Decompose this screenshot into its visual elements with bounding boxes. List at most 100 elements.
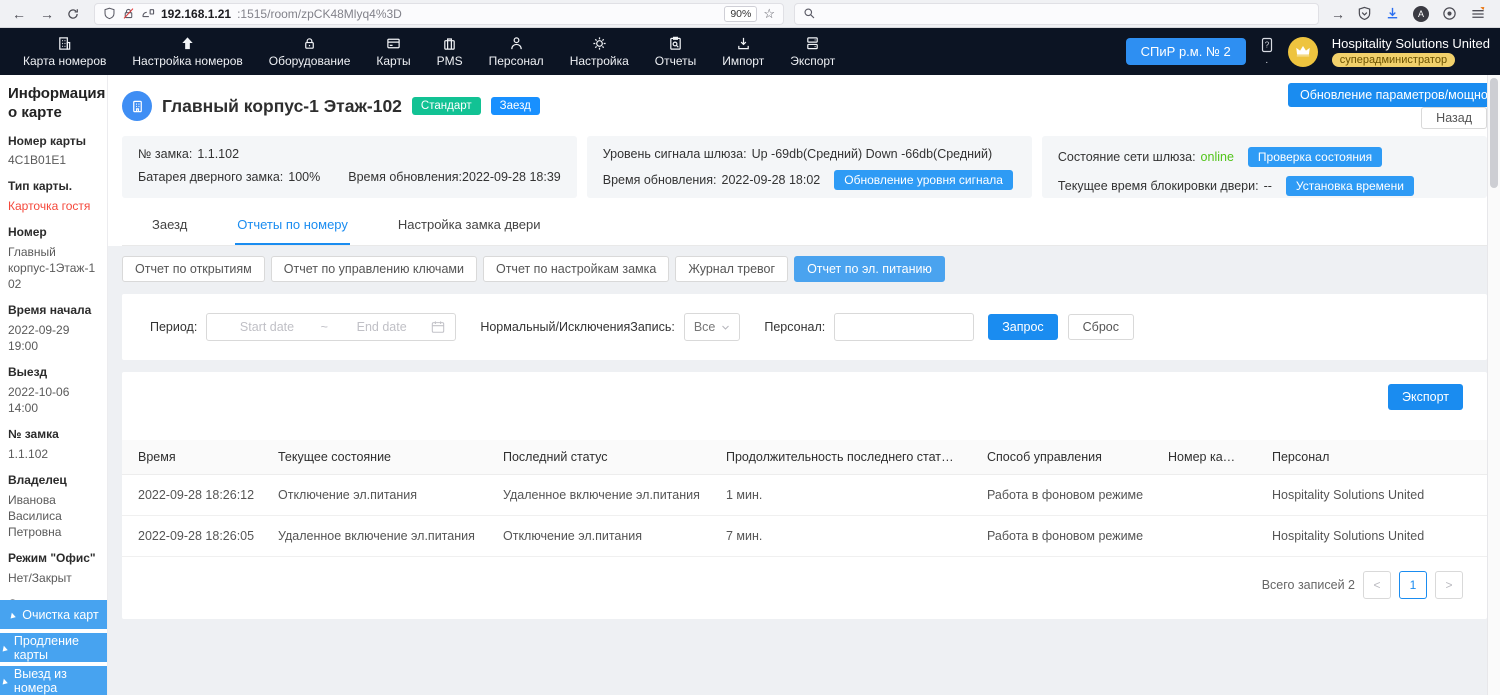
room-tab[interactable]: Заезд (150, 208, 189, 245)
sidebar-field-label: Тип карты. (8, 179, 99, 195)
signal-info-panel: Уровень сигнала шлюза: Up -69db(Средний)… (587, 136, 1032, 198)
cell-current-state: Отключение эл.питания (262, 475, 487, 516)
nav-item-cards[interactable]: Карты (363, 36, 423, 68)
sidebar-field-label: Номер (8, 225, 99, 241)
report-type-tab[interactable]: Отчет по эл. питанию (794, 256, 945, 282)
reset-button[interactable]: Сброс (1068, 314, 1134, 340)
prev-page-button[interactable]: < (1363, 571, 1391, 599)
staff-label: Персонал: (764, 320, 825, 334)
zoom-level-badge[interactable]: 90% (724, 6, 757, 22)
scrollbar-thumb[interactable] (1490, 78, 1498, 188)
pocket-shield-icon[interactable] (1357, 6, 1372, 21)
cell-time: 2022-09-28 18:26:12 (122, 475, 262, 516)
power-report-table: ВремяТекущее состояниеПоследний статусПр… (122, 440, 1487, 557)
browser-reload-icon[interactable] (66, 7, 84, 21)
sidebar-field-value: 2022-09-29 19:00 (8, 322, 99, 354)
bookmark-star-icon[interactable]: ☆ (763, 6, 775, 22)
calendar-icon (431, 320, 445, 334)
shield-icon[interactable] (103, 7, 116, 20)
browser-chrome: ← → 192.168.1.21 :1515/room/zpCK48Mlyq4%3… (0, 0, 1500, 28)
browser-logo-icon[interactable] (1442, 6, 1457, 21)
room-type-badge: Стандарт (412, 97, 481, 115)
room-tab[interactable]: Настройка замка двери (396, 208, 543, 245)
url-bar[interactable]: 192.168.1.21 :1515/room/zpCK48Mlyq4%3D 90… (94, 3, 784, 25)
report-type-tab[interactable]: Журнал тревог (675, 256, 788, 282)
nav-item-room-map[interactable]: Карта номеров (10, 36, 119, 68)
browser-search-bar[interactable] (794, 3, 1319, 25)
back-button[interactable]: Назад (1421, 107, 1487, 129)
nav-item-staff[interactable]: Персонал (476, 36, 557, 68)
forward-arrow-icon[interactable]: → (1329, 6, 1347, 22)
sidebar-field-value: 2022-10-06 14:00 (8, 384, 99, 416)
export-icon (805, 36, 820, 51)
update-params-button[interactable]: Обновление параметров/мощности/времени (1288, 83, 1500, 107)
sidebar-field-value: Нет/Закрыт (8, 570, 99, 586)
period-label: Период: (150, 320, 197, 334)
account-icon[interactable]: A (1413, 6, 1429, 22)
current-page-button[interactable]: 1 (1399, 571, 1427, 599)
page-scrollbar[interactable] (1487, 75, 1500, 695)
refresh-signal-button[interactable]: Обновление уровня сигнала (834, 170, 1013, 190)
sidebar-field: Номер карты 4C1B01E1 (8, 134, 99, 169)
nav-item-export[interactable]: Экспорт (777, 36, 848, 68)
user-name[interactable]: Hospitality Solutions United (1332, 36, 1490, 51)
export-button[interactable]: Экспорт (1388, 384, 1463, 410)
table-header-row: ВремяТекущее состояниеПоследний статусПр… (122, 440, 1487, 475)
table-row[interactable]: 2022-09-28 18:26:05 Удаленное включение … (122, 516, 1487, 557)
browser-back-icon[interactable]: ← (10, 6, 28, 22)
report-table-card: Экспорт ВремяТекущее состояниеПоследний … (122, 372, 1487, 619)
permissions-icon[interactable] (141, 8, 155, 20)
signal-value: Up -69db(Средний) Down -66db(Средний) (752, 147, 993, 161)
help-device-icon[interactable]: ? . (1260, 37, 1274, 66)
check-status-button[interactable]: Проверка состояния (1248, 147, 1382, 167)
cell-last-status: Отключение эл.питания (487, 516, 710, 557)
nav-item-room-setup[interactable]: Настройка номеров (119, 36, 255, 68)
url-path: :1515/room/zpCK48Mlyq4%3D (237, 7, 402, 21)
insecure-lock-icon[interactable] (122, 7, 135, 20)
table-header-cell: Последний статус (487, 440, 710, 475)
sidebar-field-value: 4C1B01E1 (8, 152, 99, 168)
end-date-placeholder: End date (332, 320, 431, 334)
nav-item-reports[interactable]: Отчеты (642, 36, 709, 68)
sidebar-field: Время начала 2022-09-29 19:00 (8, 303, 99, 354)
sidebar-action-button[interactable]: ▲ Выезд из номера (0, 666, 107, 695)
total-records-text: Всего записей 2 (1262, 578, 1355, 592)
sidebar-field: № замка 1.1.102 (8, 427, 99, 462)
sidebar-field-value: Карточка гостя (8, 198, 99, 214)
sidebar-field-label: Выезд (8, 365, 99, 381)
settings-gear-icon (592, 36, 607, 51)
record-type-select[interactable]: Все (684, 313, 741, 341)
set-time-button[interactable]: Установка времени (1286, 176, 1414, 196)
report-type-tab[interactable]: Отчет по открытиям (122, 256, 265, 282)
workstation-button[interactable]: СПиР р.м. № 2 (1126, 38, 1246, 65)
sidebar-field: Номер Главный корпус-1Этаж-102 (8, 225, 99, 292)
avatar[interactable] (1288, 37, 1318, 67)
nav-item-import[interactable]: Импорт (709, 36, 777, 68)
table-row[interactable]: 2022-09-28 18:26:12 Отключение эл.питани… (122, 475, 1487, 516)
room-tab[interactable]: Отчеты по номеру (235, 208, 350, 245)
url-host: 192.168.1.21 (161, 7, 231, 21)
staff-input[interactable] (834, 313, 974, 341)
query-button[interactable]: Запрос (988, 314, 1057, 340)
nav-item-pms[interactable]: PMS (424, 36, 476, 68)
sidebar-action-button[interactable]: ▲ Очистка карт (0, 600, 107, 629)
report-type-tab[interactable]: Отчет по настройкам замка (483, 256, 669, 282)
nav-item-equipment[interactable]: Оборудование (256, 36, 364, 68)
date-range-picker[interactable]: Start date ~ End date (206, 313, 456, 341)
downloads-icon[interactable] (1385, 6, 1400, 21)
menu-icon[interactable] (1470, 6, 1486, 21)
browser-forward-icon[interactable]: → (38, 6, 56, 22)
page-title: Главный корпус-1 Этаж-102 (162, 96, 402, 117)
sidebar-title: Информация о карте (8, 85, 99, 123)
next-page-button[interactable]: > (1435, 571, 1463, 599)
table-header-cell: Персонал (1256, 440, 1487, 475)
reports-icon (668, 36, 683, 51)
import-icon (736, 36, 751, 51)
lock-updated-value: 2022-09-28 18:39 (462, 170, 561, 184)
nav-item-settings[interactable]: Настройка (557, 36, 642, 68)
sidebar-action-button[interactable]: ▲ Продление карты (0, 633, 107, 662)
report-type-tab[interactable]: Отчет по управлению ключами (271, 256, 477, 282)
pagination: Всего записей 2 < 1 > (122, 571, 1487, 599)
pms-suitcase-icon (442, 36, 457, 51)
sidebar-field: Владелец Иванова Василиса Петровна (8, 473, 99, 540)
